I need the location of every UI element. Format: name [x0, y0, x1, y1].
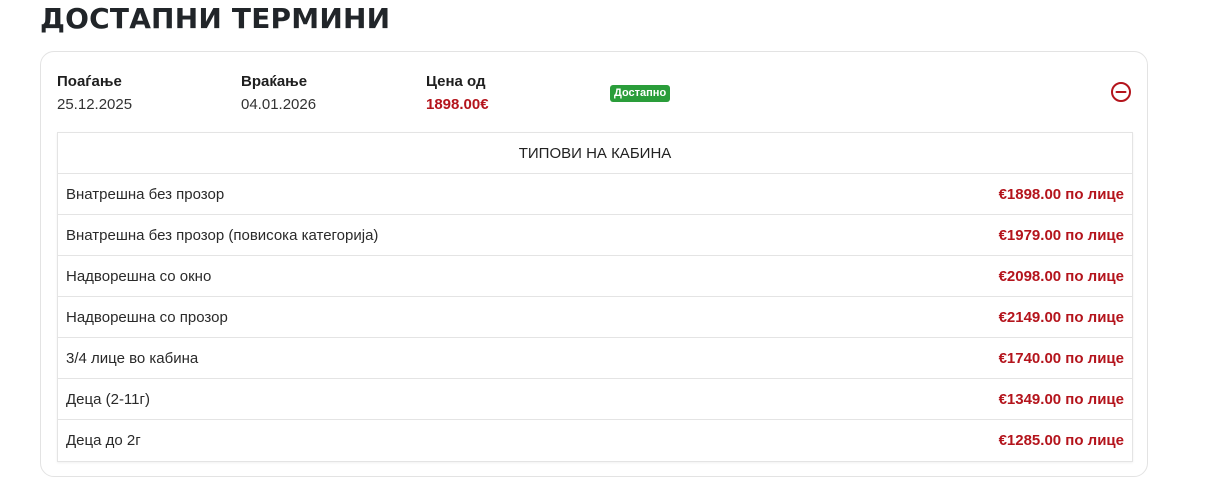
- minus-circle-icon: [1111, 82, 1131, 102]
- cabin-name: Надворешна со прозор: [66, 308, 228, 326]
- table-row[interactable]: Деца до 2г €1285.00 по лице: [58, 420, 1132, 461]
- price-from-value: 1898.00€: [426, 96, 489, 113]
- table-row[interactable]: Надворешна со прозор €2149.00 по лице: [58, 297, 1132, 338]
- term-card: Поаѓање 25.12.2025 Враќање 04.01.2026 Це…: [40, 51, 1148, 477]
- cabin-types-header: ТИПОВИ НА КАБИНА: [58, 133, 1132, 174]
- status-badge: Достапно: [610, 85, 671, 102]
- cabin-price: €1898.00 по лице: [998, 185, 1124, 203]
- cabin-price: €2098.00 по лице: [998, 267, 1124, 285]
- table-row[interactable]: Внатрешна без прозор €1898.00 по лице: [58, 174, 1132, 215]
- cabin-name: Деца (2-11г): [66, 390, 150, 408]
- cabin-name: Внатрешна без прозор: [66, 185, 225, 203]
- price-column: Цена од 1898.00€: [426, 72, 489, 115]
- table-row[interactable]: Деца (2-11г) €1349.00 по лице: [58, 379, 1132, 420]
- collapse-button[interactable]: [1110, 81, 1132, 103]
- return-label: Враќање: [241, 73, 308, 90]
- cabin-types-table: ТИПОВИ НА КАБИНА Внатрешна без прозор €1…: [57, 132, 1133, 462]
- cabin-price: €1740.00 по лице: [998, 349, 1124, 367]
- price-label: Цена од: [426, 73, 486, 90]
- cabin-name: 3/4 лице во кабина: [66, 349, 199, 367]
- departure-column: Поаѓање 25.12.2025: [57, 72, 132, 115]
- return-date: 04.01.2026: [241, 96, 317, 113]
- cabin-name: Внатрешна без прозор (повисока категориј…: [66, 226, 379, 244]
- table-row[interactable]: Надворешна со окно €2098.00 по лице: [58, 256, 1132, 297]
- cabin-name: Надворешна со окно: [66, 267, 212, 285]
- cabin-price: €1349.00 по лице: [998, 390, 1124, 408]
- cabin-price: €1285.00 по лице: [998, 432, 1124, 449]
- cabin-price: €1979.00 по лице: [998, 226, 1124, 244]
- table-row[interactable]: Внатрешна без прозор (повисока категориј…: [58, 215, 1132, 256]
- departure-label: Поаѓање: [57, 73, 122, 90]
- cabin-name: Деца до 2г: [66, 432, 141, 449]
- cabin-price: €2149.00 по лице: [998, 308, 1124, 326]
- table-row[interactable]: 3/4 лице во кабина €1740.00 по лице: [58, 338, 1132, 379]
- page-title: ДОСТАПНИ ТЕРМИНИ: [40, 2, 391, 35]
- return-column: Враќање 04.01.2026: [241, 72, 316, 115]
- departure-date: 25.12.2025: [57, 96, 133, 113]
